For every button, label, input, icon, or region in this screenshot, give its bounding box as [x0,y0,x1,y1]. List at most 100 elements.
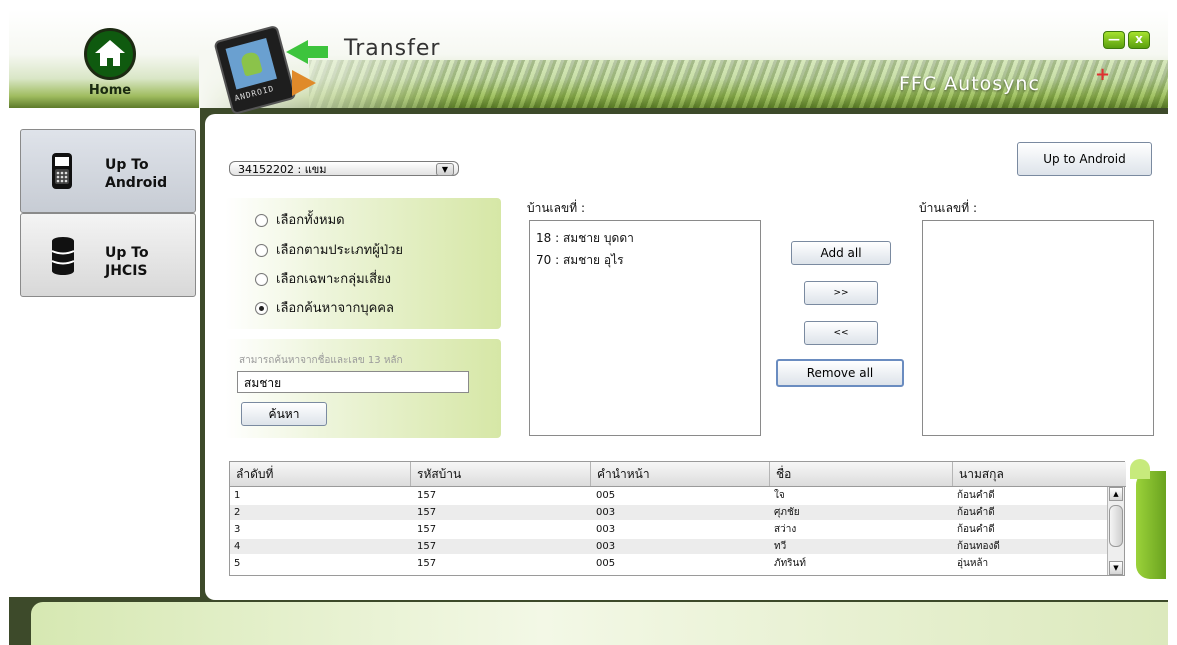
sidebar: Up To Android Up To JHCIS [9,108,203,597]
cell-order: 3 [234,524,241,535]
radio-risk-group[interactable]: เลือกเฉพาะกลุ่มเสี่ยง [255,271,391,289]
radio-label: เลือกตามประเภทผู้ป่วย [276,243,403,258]
village-select[interactable]: 34152202 : แขม ▼ [229,161,459,176]
cell-order: 2 [234,507,241,518]
table-row[interactable]: 1 157 005 ใจ ก้อนคำดี [230,488,1108,503]
cell-prefix: 005 [596,558,616,569]
cell-order: 5 [234,558,241,569]
radio-icon[interactable] [255,302,268,315]
android-robot-icon [239,50,263,77]
left-list-label: บ้านเลขที่ : [527,201,585,215]
person-table: ลำดับที่ รหัสบ้าน คำนำหน้า ชื่อ นามสกุล … [229,461,1126,576]
cell-last-name: ก้อนทองดี [957,541,1000,552]
radio-search-person[interactable]: เลือกค้นหาจากบุคคล [255,300,394,318]
scroll-thumb[interactable] [1109,505,1123,547]
chevron-down-icon[interactable]: ▼ [436,163,454,176]
radio-label: เลือกเฉพาะกลุ่มเสี่ยง [276,272,391,287]
database-icon [51,237,75,275]
brand-plus-icon: + [1095,64,1111,85]
android-mascot-decoration [1130,459,1168,589]
village-select-value: 34152202 : แขม [238,163,327,176]
cell-order: 1 [234,490,241,501]
scroll-up-icon[interactable]: ▲ [1109,487,1123,501]
table-row[interactable]: 5 157 005 ภัทรินท์ อุ่นหล้า [230,556,1108,571]
nav-up-to-jhcis[interactable]: Up To JHCIS [20,213,196,297]
search-button[interactable]: ค้นหา [241,402,327,426]
table-row[interactable]: 4 157 003 ทวี ก้อนทองดี [230,539,1108,554]
filter-panel: เลือกทั้งหมด เลือกตามประเภทผู้ป่วย เลือก… [225,198,501,329]
target-house-list[interactable] [922,220,1154,436]
cell-house-code: 157 [417,524,437,535]
nav-label-jhcis: Up To JHCIS [105,244,149,280]
col-house-code[interactable]: รหัสบ้าน [411,462,591,486]
table-scrollbar[interactable]: ▲ ▼ [1107,487,1124,575]
brand-name: FFC Autosync [899,73,1040,95]
col-first-name[interactable]: ชื่อ [770,462,953,486]
cell-last-name: อุ่นหล้า [957,558,989,569]
cell-last-name: ก้อนคำดี [957,507,995,518]
cell-prefix: 003 [596,524,616,535]
cell-first-name: สว่าง [774,524,797,535]
cell-last-name: ก้อนคำดี [957,490,995,501]
android-logo: ANDROID [213,24,328,116]
close-button[interactable]: x [1128,31,1150,49]
arrow-left-icon [286,40,308,64]
phone-icon [52,153,72,189]
nav-line1: Up To [105,245,149,261]
radio-label: เลือกทั้งหมด [276,213,345,228]
cell-last-name: ก้อนคำดี [957,524,995,535]
radio-icon[interactable] [255,214,268,227]
table-row[interactable]: 2 157 003 ศุภชัย ก้อนคำดี [230,505,1108,520]
up-to-android-button[interactable]: Up to Android [1017,142,1152,176]
footer-banner [31,602,1168,645]
nav-line1: Up To [105,157,149,173]
home-button[interactable]: Home [67,28,153,108]
remove-button[interactable]: << [804,321,878,345]
search-panel: สามารถค้นหาจากชื่อและเลข 13 หลัก สมชาย ค… [225,339,501,438]
nav-line2: Android [105,175,168,191]
arrow-right-icon [292,70,316,96]
cell-prefix: 003 [596,507,616,518]
list-item[interactable]: 70 : สมชาย อุไร [530,249,760,271]
home-icon [84,28,136,80]
add-all-button[interactable]: Add all [791,241,891,265]
home-label: Home [88,83,132,98]
col-order[interactable]: ลำดับที่ [230,462,411,486]
radio-by-patient-type[interactable]: เลือกตามประเภทผู้ป่วย [255,242,403,260]
nav-line2: JHCIS [105,263,148,279]
cell-prefix: 005 [596,490,616,501]
cell-first-name: ใจ [774,490,785,501]
cell-house-code: 157 [417,490,437,501]
nav-up-to-android[interactable]: Up To Android [20,129,196,213]
header-banner: Home ANDROID Transfer FFC Autosync + — x [9,10,1168,116]
cell-order: 4 [234,541,241,552]
cell-house-code: 157 [417,558,437,569]
search-hint: สามารถค้นหาจากชื่อและเลข 13 หลัก [239,355,403,366]
search-input[interactable]: สมชาย [237,371,469,393]
nav-label-android: Up To Android [105,156,167,192]
radio-icon[interactable] [255,244,268,257]
table-header: ลำดับที่ รหัสบ้าน คำนำหน้า ชื่อ นามสกุล [230,462,1126,487]
right-list-label: บ้านเลขที่ : [919,201,977,215]
scroll-down-icon[interactable]: ▼ [1109,561,1123,575]
radio-icon[interactable] [255,273,268,286]
source-house-list[interactable]: 18 : สมชาย บุดดา 70 : สมชาย อุไร [529,220,761,436]
cell-first-name: ศุภชัย [774,507,800,518]
remove-all-button[interactable]: Remove all [776,359,904,387]
cell-house-code: 157 [417,541,437,552]
cell-first-name: ทวี [774,541,787,552]
main-content: 34152202 : แขม ▼ Up to Android เลือกทั้ง… [205,114,1168,600]
radio-label: เลือกค้นหาจากบุคคล [276,301,394,316]
cell-house-code: 157 [417,507,437,518]
minimize-button[interactable]: — [1103,31,1125,49]
arrow-tail [306,46,328,58]
col-prefix[interactable]: คำนำหน้า [591,462,770,486]
radio-select-all[interactable]: เลือกทั้งหมด [255,212,345,230]
add-button[interactable]: >> [804,281,878,305]
table-row[interactable]: 3 157 003 สว่าง ก้อนคำดี [230,522,1108,537]
cell-first-name: ภัทรินท์ [774,558,806,569]
list-item[interactable]: 18 : สมชาย บุดดา [530,227,760,249]
col-last-name[interactable]: นามสกุล [953,462,1124,486]
cell-prefix: 003 [596,541,616,552]
page-title: Transfer [344,36,441,61]
